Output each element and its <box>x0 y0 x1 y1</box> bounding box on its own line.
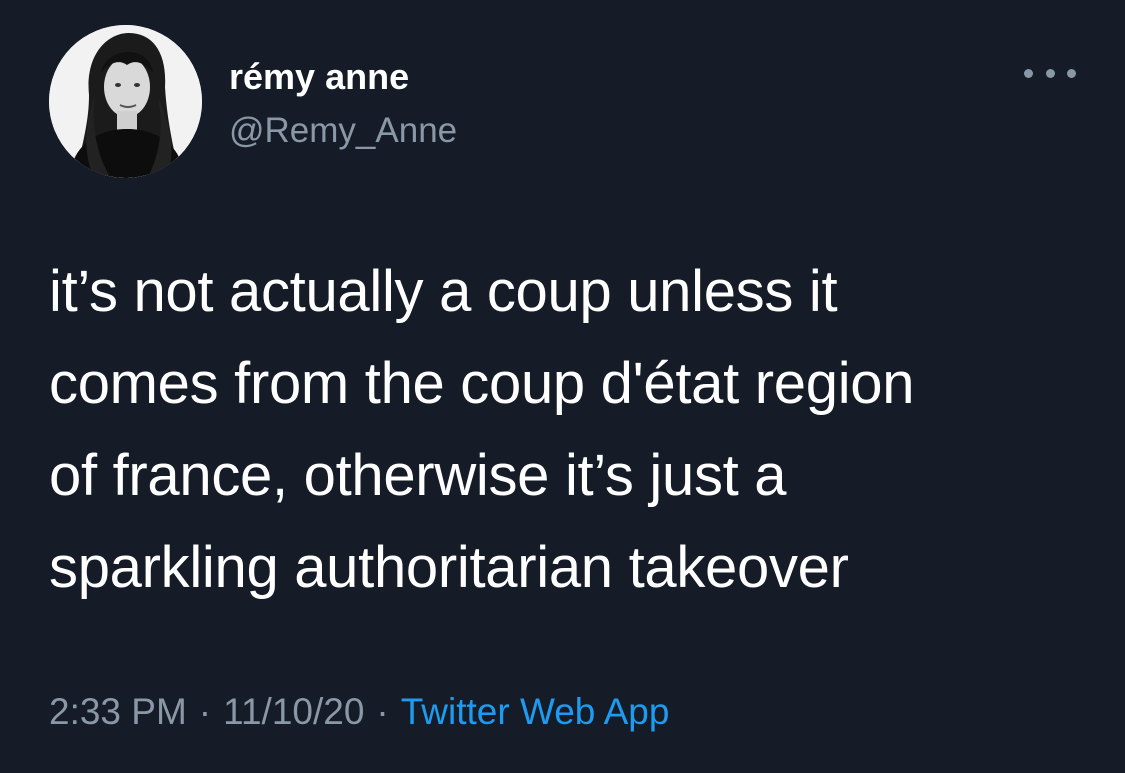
dot <box>1024 68 1033 78</box>
tweet-source-link[interactable]: Twitter Web App <box>401 691 670 732</box>
avatar[interactable] <box>49 25 202 178</box>
user-avatar-photo <box>49 25 202 178</box>
tweet-card: rémy anne @Remy_Anne it’s not actually a… <box>0 0 1125 773</box>
tweet-date[interactable]: 11/10/20 <box>223 691 364 732</box>
tweet-metadata: 2:33 PM · 11/10/20 · Twitter Web App <box>49 688 669 736</box>
dot <box>1067 68 1076 78</box>
separator: · <box>376 691 389 732</box>
tweet-text: it’s not actually a coup unless it comes… <box>49 259 915 600</box>
display-name[interactable]: rémy anne <box>229 55 409 99</box>
user-handle[interactable]: @Remy_Anne <box>229 109 457 153</box>
dot <box>1045 68 1055 78</box>
tweet-time[interactable]: 2:33 PM <box>49 691 187 732</box>
more-options-icon[interactable] <box>1024 60 1076 86</box>
separator: · <box>198 691 212 732</box>
